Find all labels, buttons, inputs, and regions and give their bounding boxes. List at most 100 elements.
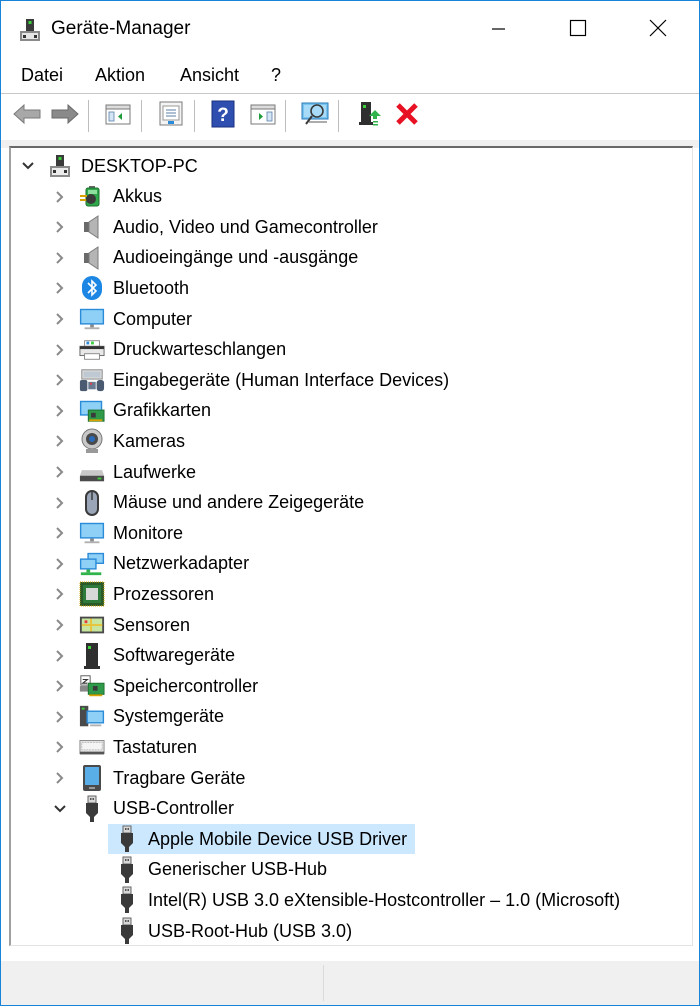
computer-tower-icon	[47, 153, 73, 179]
monitor-icon	[79, 520, 105, 546]
tree-category-node[interactable]: Tragbare Geräte	[56, 763, 245, 793]
tree-item-label: Eingabegeräte (Human Interface Devices)	[113, 369, 450, 390]
tree-device-node[interactable]: USB-Root-Hub (USB 3.0)	[114, 916, 352, 946]
chevron-down-icon[interactable]	[53, 802, 67, 816]
chevron-right-icon[interactable]	[53, 465, 67, 479]
tree-category-node[interactable]: Mäuse und andere Zeigegeräte	[56, 488, 364, 518]
chevron-right-icon[interactable]	[53, 434, 67, 448]
chevron-right-icon[interactable]	[53, 281, 67, 295]
network-icon	[79, 551, 105, 577]
usb-icon	[114, 825, 140, 853]
tree-item-label: Speichercontroller	[113, 675, 259, 696]
keyboard-icon	[79, 734, 105, 760]
chevron-right-icon[interactable]	[53, 557, 67, 571]
toolbar-separator	[194, 100, 195, 132]
tree-category-node[interactable]: Speichercontroller	[56, 671, 259, 701]
menu-ansicht[interactable]: Ansicht	[180, 65, 239, 86]
tree-item-label: Apple Mobile Device USB Driver	[148, 828, 408, 849]
tree-category-node[interactable]: Laufwerke	[56, 457, 196, 487]
chevron-right-icon[interactable]	[53, 587, 67, 601]
scan-hardware-button[interactable]	[299, 100, 331, 132]
window-title: Geräte-Manager	[51, 18, 191, 39]
chevron-right-icon[interactable]	[53, 740, 67, 754]
bluetooth-icon	[79, 275, 105, 301]
status-bar-divider	[323, 965, 324, 1001]
tree-category-node[interactable]: Grafikkarten	[56, 396, 211, 426]
device-manager-window: Geräte-Manager Datei Aktion Ansicht ? ? …	[0, 0, 700, 1006]
chevron-right-icon[interactable]	[53, 251, 67, 265]
menu-help[interactable]: ?	[271, 65, 281, 86]
portable-device-icon	[79, 765, 105, 791]
tree-category-node[interactable]: Audioeingänge und -ausgänge	[56, 243, 359, 273]
tree-category-node[interactable]: Softwaregeräte	[56, 641, 236, 671]
speaker-icon	[79, 245, 105, 271]
update-driver-button[interactable]	[353, 100, 385, 132]
minimize-button[interactable]	[458, 1, 538, 59]
menu-aktion[interactable]: Aktion	[95, 65, 145, 86]
uninstall-icon	[395, 102, 419, 131]
tree-category-node[interactable]: USB-Controller	[54, 794, 234, 824]
tree-item-label: Audioeingänge und -ausgänge	[113, 247, 359, 268]
chevron-right-icon[interactable]	[53, 649, 67, 663]
chevron-right-icon[interactable]	[53, 220, 67, 234]
chevron-right-icon[interactable]	[53, 526, 67, 540]
chevron-right-icon[interactable]	[53, 312, 67, 326]
tree-item-label: Softwaregeräte	[113, 645, 236, 666]
tree-category-node[interactable]: Eingabegeräte (Human Interface Devices)	[56, 365, 450, 395]
chevron-right-icon[interactable]	[53, 343, 67, 357]
disk-drive-icon	[79, 459, 105, 485]
tree-device-node[interactable]: Generischer USB-Hub	[114, 855, 327, 885]
menu-datei[interactable]: Datei	[21, 65, 63, 86]
chevron-right-icon[interactable]	[53, 710, 67, 724]
title-bar: Geräte-Manager	[1, 1, 699, 59]
tree-category-node[interactable]: Bluetooth	[56, 273, 189, 303]
chevron-right-icon[interactable]	[53, 679, 67, 693]
properties-icon	[158, 101, 184, 132]
tree-category-node[interactable]: Systemgeräte	[56, 702, 224, 732]
chevron-right-icon[interactable]	[53, 496, 67, 510]
toolbar-separator	[338, 100, 339, 132]
chevron-right-icon[interactable]	[53, 771, 67, 785]
chevron-right-icon[interactable]	[53, 190, 67, 204]
tree-category-node[interactable]: Tastaturen	[56, 732, 197, 762]
chevron-right-icon[interactable]	[53, 404, 67, 418]
tree-category-node[interactable]: Kameras	[56, 426, 185, 456]
system-device-icon	[79, 704, 105, 730]
hid-icon	[79, 367, 105, 393]
tree-category-node[interactable]: Monitore	[56, 518, 183, 548]
toolbar: ?	[1, 94, 699, 140]
update-driver-icon	[356, 100, 382, 133]
scan-hardware-icon	[301, 101, 329, 132]
tree-item-label: USB-Root-Hub (USB 3.0)	[148, 920, 353, 941]
device-tree[interactable]: DESKTOP-PC Akkus Audio, Video und Gamecont…	[9, 146, 693, 946]
tree-category-node[interactable]: Prozessoren	[56, 579, 214, 609]
chevron-down-icon[interactable]	[21, 159, 35, 173]
close-button[interactable]	[618, 1, 698, 59]
uninstall-device-button[interactable]	[391, 100, 423, 132]
speaker-icon	[79, 214, 105, 240]
chevron-right-icon[interactable]	[53, 373, 67, 387]
tree-root-node[interactable]: DESKTOP-PC	[22, 151, 198, 181]
chevron-right-icon[interactable]	[53, 618, 67, 632]
show-hide-console-tree-button[interactable]	[102, 100, 134, 132]
tree-item-label: Sensoren	[113, 614, 191, 635]
tree-category-node[interactable]: Sensoren	[56, 610, 191, 640]
forward-button[interactable]	[49, 100, 81, 132]
back-button[interactable]	[11, 100, 43, 132]
tree-category-node[interactable]: Druckwarteschlangen	[56, 335, 286, 365]
show-hide-action-pane-button[interactable]	[247, 100, 279, 132]
toolbar-separator	[88, 100, 89, 132]
toolbar-separator	[141, 100, 142, 132]
tree-category-node[interactable]: Akkus	[56, 182, 162, 212]
graphics-card-icon	[79, 398, 105, 424]
tree-item-label: Computer	[113, 308, 193, 329]
tree-category-node[interactable]: Netzwerkadapter	[56, 549, 250, 579]
maximize-button[interactable]	[538, 1, 618, 59]
help-button[interactable]: ?	[207, 100, 239, 132]
tree-item-label: Netzwerkadapter	[113, 553, 250, 574]
tree-device-node[interactable]: Intel(R) USB 3.0 eXtensible-Hostcontroll…	[114, 885, 620, 915]
properties-button[interactable]	[155, 100, 187, 132]
tree-device-node[interactable]: Apple Mobile Device USB Driver	[108, 824, 416, 855]
tree-category-node[interactable]: Computer	[56, 304, 193, 334]
tree-category-node[interactable]: Audio, Video und Gamecontroller	[56, 212, 378, 242]
